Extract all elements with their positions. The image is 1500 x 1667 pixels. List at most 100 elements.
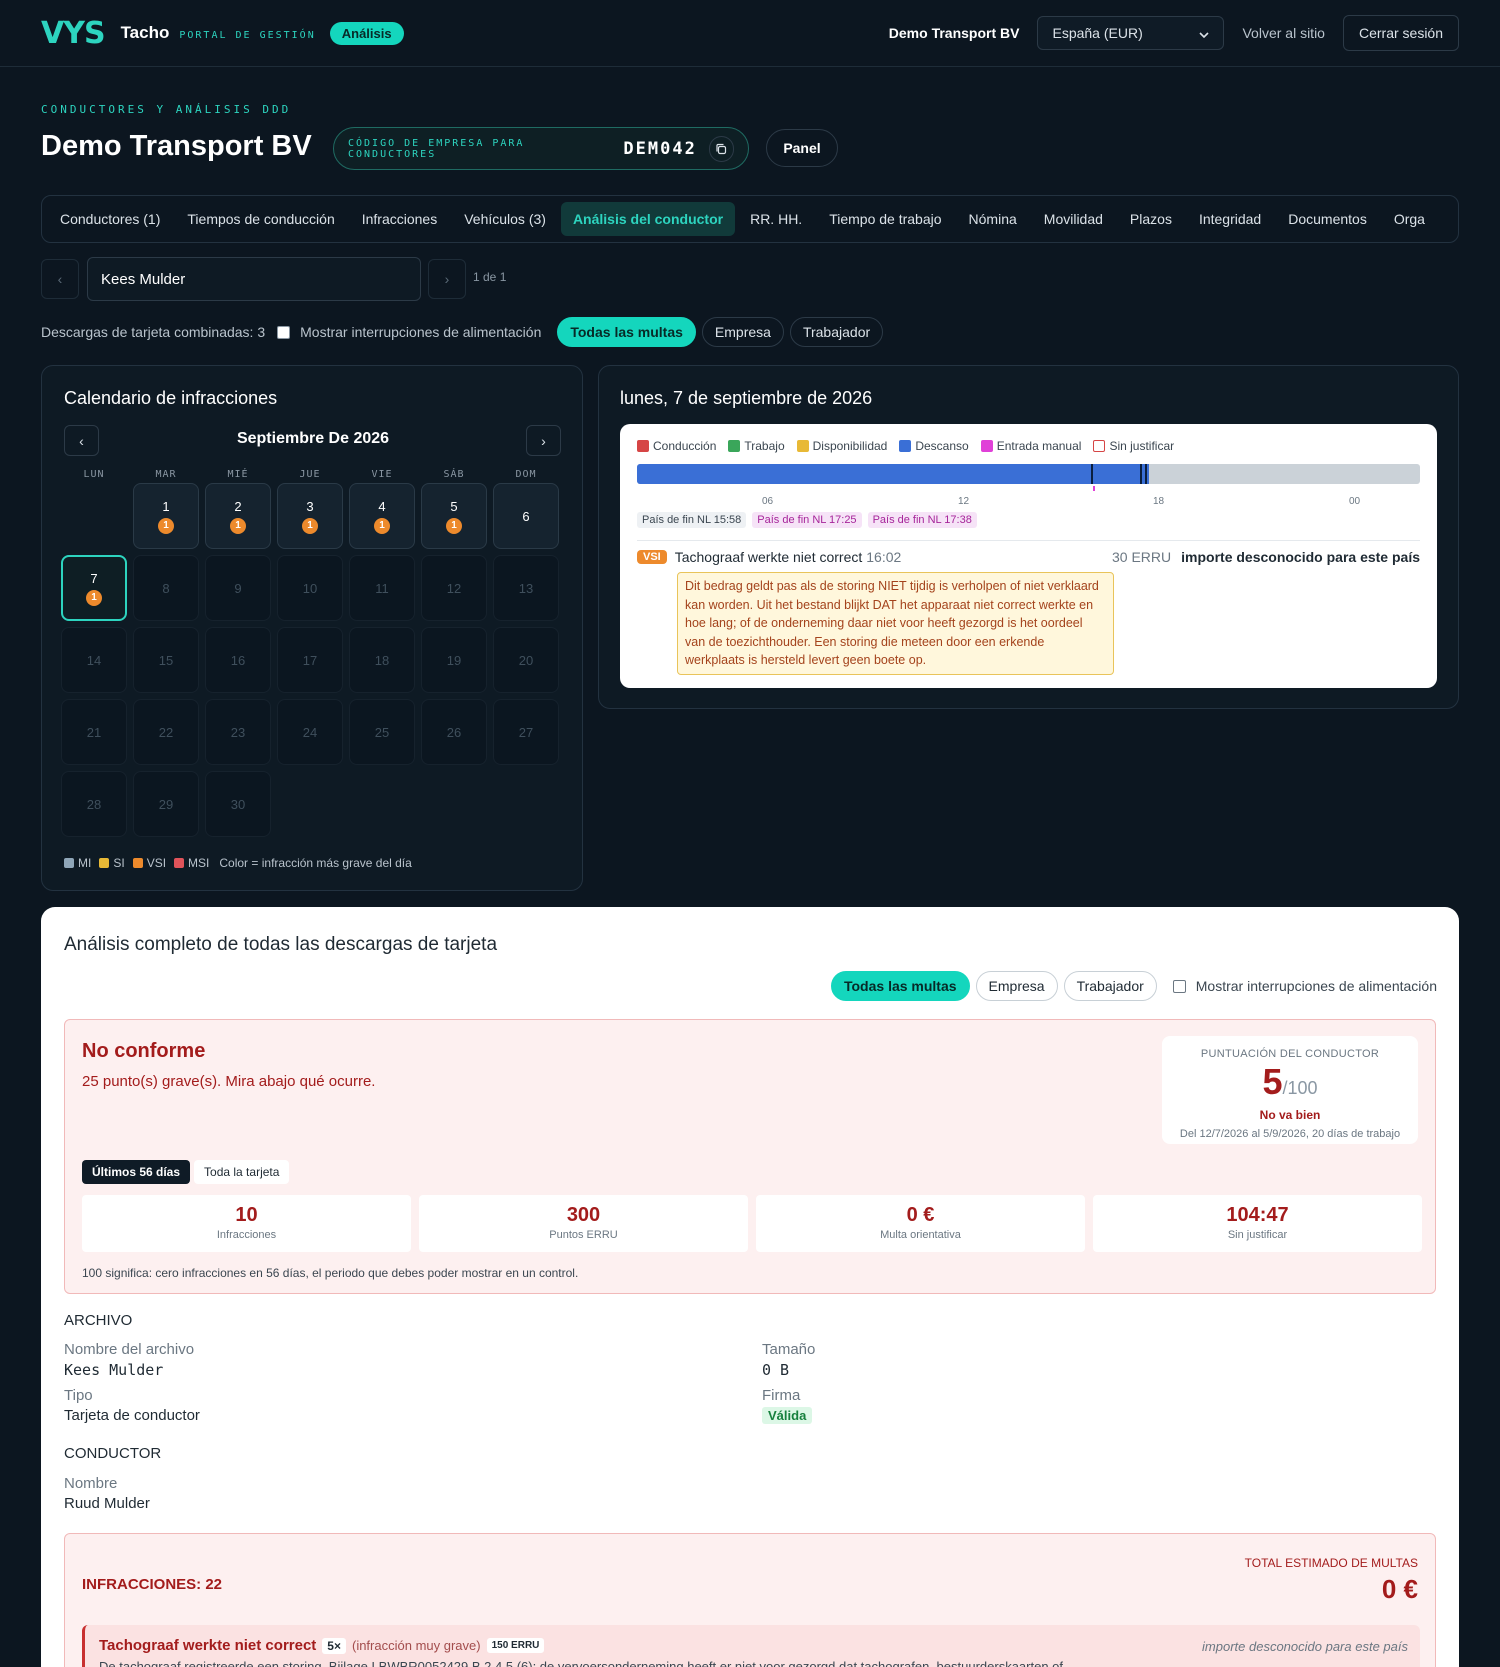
calendar-day[interactable]: 17 xyxy=(277,627,343,693)
next-driver-button[interactable]: › xyxy=(428,259,466,299)
tick-label: 12 xyxy=(958,496,970,507)
field-label: Firma xyxy=(762,1387,801,1404)
chip-company[interactable]: Empresa xyxy=(975,971,1058,1001)
legend-swatch xyxy=(728,440,741,452)
segment-whole-card[interactable]: Toda la tarjeta xyxy=(194,1160,290,1184)
country-tag: País de fin NL 17:38 xyxy=(867,512,977,528)
power-interruptions-checkbox[interactable] xyxy=(1172,979,1186,993)
chip-all-fines[interactable]: Todas las multas xyxy=(830,971,970,1001)
calendar-day[interactable]: 27 xyxy=(493,699,559,765)
calendar-day[interactable]: 15 xyxy=(133,627,199,693)
tab-5[interactable]: RR. HH. xyxy=(738,202,814,236)
tab-1[interactable]: Tiempos de conducción xyxy=(175,202,346,236)
page-title: Demo Transport BV xyxy=(41,130,312,162)
tab-8[interactable]: Movilidad xyxy=(1032,202,1115,236)
calendar-day[interactable]: 26 xyxy=(421,699,487,765)
day-number: 1 xyxy=(162,498,170,514)
full-analysis-title: Análisis completo de todas las descargas… xyxy=(64,934,498,955)
tab-12[interactable]: Orga xyxy=(1382,202,1437,236)
prev-driver-button[interactable]: ‹ xyxy=(41,259,79,299)
calendar-month: Septiembre De 2026 xyxy=(236,430,390,447)
driver-select[interactable]: Kees Mulder xyxy=(87,257,421,301)
calendar-day[interactable]: 11 xyxy=(133,483,199,549)
calendar-day[interactable]: 25 xyxy=(349,699,415,765)
chip-company[interactable]: Empresa xyxy=(701,317,784,347)
tick-label: 18 xyxy=(1153,496,1165,507)
legend-swatch xyxy=(132,858,143,868)
timeline-marker xyxy=(1145,464,1147,484)
calendar-day[interactable]: 28 xyxy=(61,771,127,837)
calendar-day[interactable]: 41 xyxy=(349,483,415,549)
tab-10[interactable]: Integridad xyxy=(1187,202,1273,236)
legend-swatch xyxy=(1093,440,1106,452)
logout-button[interactable]: Cerrar sesión xyxy=(1342,15,1459,51)
calendar-day[interactable]: 16 xyxy=(205,627,271,693)
power-interruptions-checkbox[interactable] xyxy=(277,325,291,339)
calendar-day[interactable]: 21 xyxy=(61,699,127,765)
chip-worker[interactable]: Trabajador xyxy=(789,317,884,347)
calendar-day[interactable]: 24 xyxy=(277,699,343,765)
weekday-label: VIE xyxy=(371,469,393,480)
score-period: Del 12/7/2026 al 5/9/2026, 20 días de tr… xyxy=(1179,1128,1401,1140)
copy-icon[interactable] xyxy=(708,135,734,162)
tab-2[interactable]: Infracciones xyxy=(350,202,449,236)
calendar-day[interactable]: 22 xyxy=(133,699,199,765)
calendar-day[interactable]: 51 xyxy=(421,483,487,549)
calendar-day[interactable]: 18 xyxy=(349,627,415,693)
calendar-day[interactable]: 10 xyxy=(277,555,343,621)
country-tag: País de fin NL 15:58 xyxy=(637,512,747,528)
tab-11[interactable]: Documentos xyxy=(1276,202,1379,236)
infraction-item[interactable]: Tachograaf werkte niet correct 5× (infra… xyxy=(82,1625,1420,1667)
tab-0[interactable]: Conductores (1) xyxy=(48,202,172,236)
panel-button[interactable]: Panel xyxy=(766,129,838,167)
tab-7[interactable]: Nómina xyxy=(957,202,1029,236)
type-field: Tipo Tarjeta de conductor xyxy=(64,1387,200,1424)
company-code-value: DEM042 xyxy=(623,138,697,159)
segment-last-56-days[interactable]: Últimos 56 días xyxy=(82,1160,191,1184)
legend-swatch xyxy=(980,440,993,452)
region-select[interactable]: España (EUR) xyxy=(1037,16,1225,50)
calendar-day[interactable]: 6 xyxy=(493,483,559,549)
infractions-panel: INFRACCIONES: 22 TOTAL ESTIMADO DE MULTA… xyxy=(64,1533,1436,1667)
rest-segment xyxy=(637,464,1149,484)
company-code-box: CÓDIGO DE EMPRESA PARA CONDUCTORES DEM04… xyxy=(333,127,749,170)
calendar-day[interactable]: 11 xyxy=(349,555,415,621)
day-number: 19 xyxy=(446,652,462,668)
calendar-day[interactable]: 20 xyxy=(493,627,559,693)
file-name-field: Nombre del archivo Kees Mulder xyxy=(64,1341,194,1379)
day-number: 6 xyxy=(522,508,530,524)
tab-4[interactable]: Análisis del conductor xyxy=(560,202,736,236)
stat-card: 10 Infracciones xyxy=(82,1195,411,1252)
logo[interactable]: VYS Tacho PORTAL DE GESTIÓN xyxy=(41,16,316,51)
calendar-day[interactable]: 9 xyxy=(205,555,271,621)
legend-swatch xyxy=(174,858,185,868)
calendar-day[interactable]: 19 xyxy=(421,627,487,693)
stat-label: Sin justificar xyxy=(1227,1229,1288,1241)
field-label: Tipo xyxy=(64,1387,93,1404)
calendar-day[interactable]: 30 xyxy=(205,771,271,837)
calendar-day[interactable]: 29 xyxy=(133,771,199,837)
tab-3[interactable]: Vehículos (3) xyxy=(452,202,558,236)
calendar-next-button[interactable]: › xyxy=(526,425,561,456)
calendar-day[interactable]: 21 xyxy=(205,483,271,549)
back-to-site-link[interactable]: Volver al sitio xyxy=(1242,25,1324,41)
calendar-day[interactable]: 23 xyxy=(205,699,271,765)
tab-6[interactable]: Tiempo de trabajo xyxy=(817,202,953,236)
chip-all-fines[interactable]: Todas las multas xyxy=(557,317,696,347)
stat-card: 0 € Multa orientativa xyxy=(756,1195,1085,1252)
chip-worker[interactable]: Trabajador xyxy=(1063,971,1157,1001)
violation-row[interactable]: VSI Tachograaf werkte niet correct 16:02… xyxy=(637,549,1420,565)
stat-label: Infracciones xyxy=(216,1229,277,1241)
app-subtitle: PORTAL DE GESTIÓN xyxy=(179,29,316,41)
calendar-day[interactable]: 31 xyxy=(277,483,343,549)
calendar-day[interactable]: 14 xyxy=(61,627,127,693)
calendar-day[interactable]: 13 xyxy=(493,555,559,621)
fines-total-label: TOTAL ESTIMADO DE MULTAS xyxy=(1244,1556,1418,1570)
infraction-amount: importe desconocido para este país xyxy=(1202,1639,1408,1654)
calendar-day[interactable]: 71 xyxy=(61,555,127,621)
calendar-day[interactable]: 8 xyxy=(133,555,199,621)
calendar-day[interactable]: 12 xyxy=(421,555,487,621)
violation-count-badge: 1 xyxy=(158,517,174,534)
tab-9[interactable]: Plazos xyxy=(1118,202,1184,236)
activity-timeline[interactable] xyxy=(637,464,1420,484)
